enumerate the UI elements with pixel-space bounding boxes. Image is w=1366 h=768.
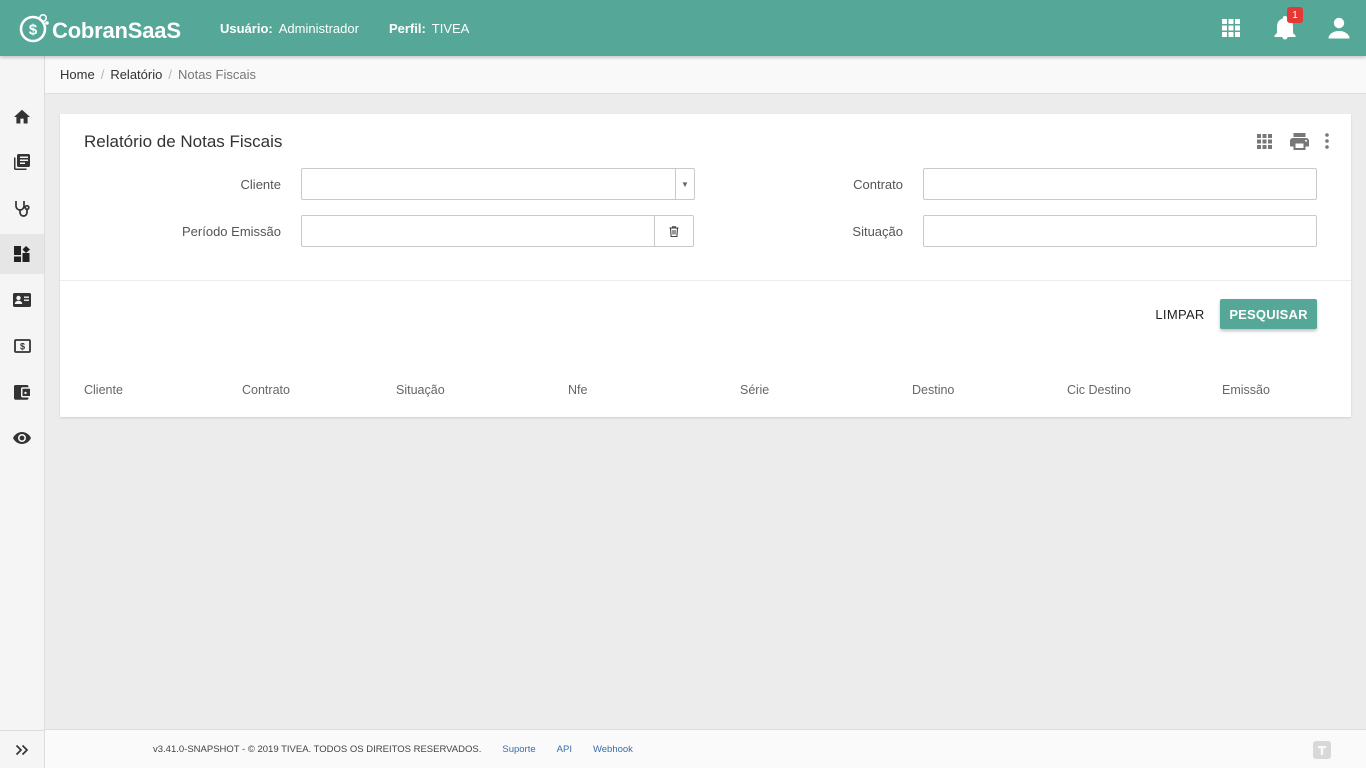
- footer-link-api[interactable]: API: [557, 744, 572, 755]
- library-books-icon: [14, 154, 30, 170]
- profile-label: Perfil:: [388, 20, 426, 36]
- home-icon: [14, 109, 30, 123]
- breadcrumb-current: Notas Fiscais: [177, 67, 256, 82]
- column-header-cic-destino[interactable]: Cic Destino: [1067, 383, 1131, 397]
- top-navbar: $ CobranSaaS Usuário: Administrador Perf…: [0, 0, 1366, 56]
- breadcrumb-separator: /: [168, 67, 172, 82]
- breadcrumb-separator: /: [100, 67, 105, 82]
- brand-name: CobranSaaS: [52, 18, 181, 43]
- chevron-down-icon[interactable]: ▼: [675, 169, 694, 199]
- apps-grid-icon: [1222, 19, 1240, 37]
- footer-link-suporte[interactable]: Suporte: [502, 744, 535, 755]
- column-header-cliente[interactable]: Cliente: [84, 383, 123, 397]
- expand-double-chevron-icon: [15, 744, 29, 755]
- cobransaas-logo-icon: $: [19, 13, 49, 43]
- more-options-button[interactable]: [1319, 130, 1335, 152]
- situacao-label: Situação: [852, 224, 903, 239]
- page-title: Relatório de Notas Fiscais: [84, 132, 283, 151]
- user-info: Usuário: Administrador Perfil: TIVEA: [220, 21, 499, 36]
- column-header-emissao[interactable]: Emissão: [1222, 383, 1270, 397]
- sidebar-expand-toggle[interactable]: [0, 730, 44, 768]
- profile-value: TIVEA: [431, 20, 470, 36]
- notification-count-badge: 1: [1287, 7, 1303, 23]
- sidebar-item-health[interactable]: [0, 188, 44, 228]
- stethoscope-icon: [15, 200, 30, 217]
- print-icon: [1289, 132, 1309, 150]
- columns-button[interactable]: [1249, 130, 1279, 152]
- cliente-select[interactable]: ▼: [301, 168, 695, 200]
- cliente-label: Cliente: [240, 177, 281, 192]
- dashboard-icon: [14, 246, 30, 262]
- form-divider: [60, 280, 1351, 281]
- sidebar-item-wallet[interactable]: [0, 372, 44, 412]
- footer-link-webhook[interactable]: Webhook: [593, 744, 633, 755]
- contact-card-icon: [13, 293, 31, 307]
- report-card: Relatório de Notas Fiscais Cliente ▼ Con…: [60, 114, 1351, 417]
- sidebar-item-dashboard[interactable]: [0, 234, 44, 274]
- periodo-emissao-input[interactable]: [302, 216, 654, 246]
- tivea-logo-icon: [1313, 741, 1331, 759]
- brand-logo[interactable]: $ CobranSaaS: [19, 12, 199, 44]
- svg-text:$: $: [19, 342, 24, 352]
- top-actions: 1: [1204, 0, 1366, 56]
- contrato-field[interactable]: [923, 168, 1317, 200]
- periodo-emissao-label: Período Emissão: [182, 224, 281, 239]
- cliente-input[interactable]: [302, 169, 694, 199]
- more-vert-icon: [1325, 133, 1329, 149]
- notifications-button[interactable]: 1: [1258, 0, 1312, 56]
- sidebar-item-home[interactable]: [0, 96, 44, 136]
- column-header-nfe[interactable]: Nfe: [568, 383, 587, 397]
- eye-icon: [13, 432, 31, 444]
- sidebar-item-contacts[interactable]: [0, 280, 44, 320]
- column-header-destino[interactable]: Destino: [912, 383, 954, 397]
- user-label: Usuário:: [220, 20, 273, 36]
- periodo-emissao-field[interactable]: [301, 215, 694, 247]
- column-header-situacao[interactable]: Situação: [396, 383, 445, 397]
- search-button[interactable]: PESQUISAR: [1220, 299, 1317, 329]
- clear-period-button[interactable]: [654, 216, 693, 246]
- sidebar-item-billing[interactable]: $: [0, 326, 44, 366]
- print-button[interactable]: [1284, 130, 1314, 152]
- sidebar-item-monitoring[interactable]: [0, 418, 44, 458]
- sidebar-item-library[interactable]: [0, 142, 44, 182]
- contrato-input[interactable]: [924, 169, 1316, 199]
- column-header-contrato[interactable]: Contrato: [242, 383, 290, 397]
- breadcrumb-relatorio[interactable]: Relatório: [110, 67, 162, 82]
- column-header-serie[interactable]: Série: [740, 383, 769, 397]
- wallet-icon: [14, 384, 30, 400]
- clear-button[interactable]: LIMPAR: [1147, 299, 1213, 329]
- breadcrumb-home[interactable]: Home: [60, 67, 95, 82]
- svg-text:$: $: [29, 22, 38, 39]
- apps-button[interactable]: [1204, 0, 1258, 56]
- money-icon: $: [13, 339, 31, 353]
- card-toolbar: [1244, 130, 1335, 152]
- grid-columns-icon: [1256, 133, 1272, 149]
- user-icon: [1328, 17, 1350, 39]
- sidebar: $: [0, 56, 45, 768]
- user-value: Administrador: [278, 20, 359, 36]
- situacao-input[interactable]: [924, 216, 1316, 246]
- user-menu-button[interactable]: [1312, 0, 1366, 56]
- breadcrumb: Home / Relatório / Notas Fiscais: [45, 56, 1366, 94]
- footer: v3.41.0-SNAPSHOT - © 2019 TIVEA. TODOS O…: [45, 729, 1366, 768]
- trash-icon: [669, 225, 679, 237]
- contrato-label: Contrato: [853, 177, 903, 192]
- situacao-field[interactable]: [923, 215, 1317, 247]
- footer-copyright: v3.41.0-SNAPSHOT - © 2019 TIVEA. TODOS O…: [153, 743, 482, 755]
